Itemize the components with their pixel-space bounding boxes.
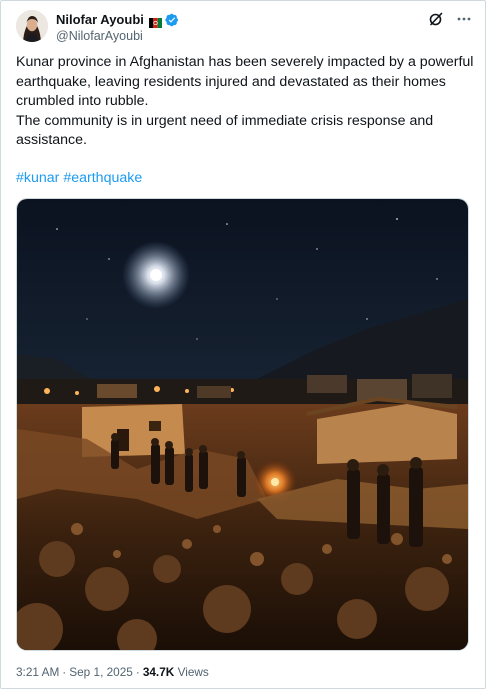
views-count: 34.7K [142,665,175,679]
tweet-paragraph-2: The community is in urgent need of immed… [16,112,434,149]
hashtag-earthquake[interactable]: #earthquake [63,170,142,186]
verified-badge-icon[interactable] [165,13,179,27]
display-name[interactable]: Nilofar Ayoubi [56,11,144,28]
tweet-metadata: 3:21 AM · Sep 1, 2025 · 34.7K Views [16,665,209,679]
tweet-time[interactable]: 3:21 AM [16,665,59,679]
tweet-image[interactable] [16,198,469,651]
tweet-date[interactable]: Sep 1, 2025 [69,665,133,679]
tweet-text: Kunar province in Afghanistan has been s… [16,53,474,151]
more-icon[interactable] [455,10,473,28]
avatar[interactable] [16,10,48,42]
tweet-card[interactable]: Nilofar Ayoubi @NilofarAyoubi Kunar prov… [0,0,486,689]
tweet-header: Nilofar Ayoubi @NilofarAyoubi [16,10,473,46]
grok-icon[interactable] [427,10,445,28]
tweet-paragraph-1: Kunar province in Afghanistan has been s… [16,54,474,109]
hashtag-kunar[interactable]: #kunar [16,170,59,186]
hashtags: #kunar #earthquake [16,169,142,188]
author-handle[interactable]: @NilofarAyoubi [56,28,179,44]
earthquake-night-photo [17,199,468,650]
afghanistan-flag-icon [148,15,162,28]
views-label: Views [177,665,209,679]
